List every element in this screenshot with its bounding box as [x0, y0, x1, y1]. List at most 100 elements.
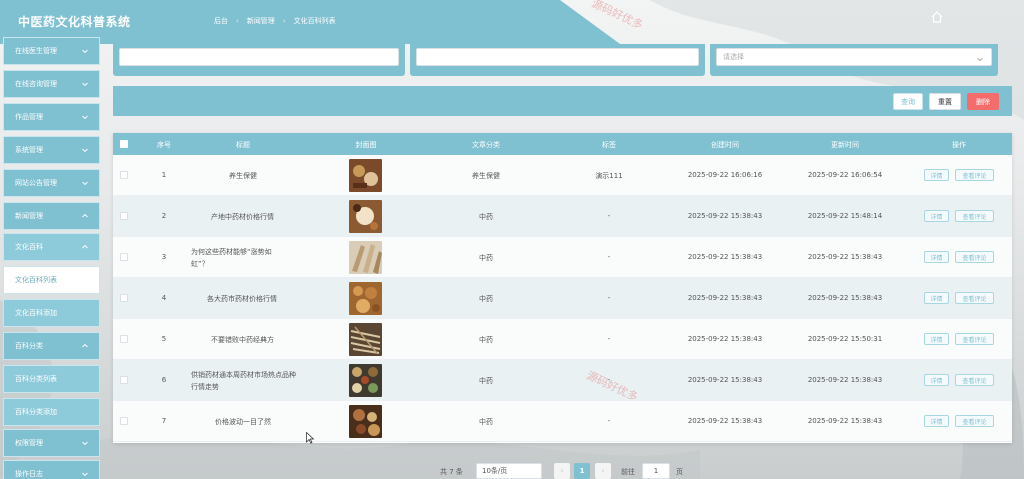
chevron-down-icon — [82, 82, 88, 87]
breadcrumb-news[interactable]: 新闻管理 — [247, 16, 275, 26]
detail-button[interactable]: 详情 — [924, 251, 949, 263]
row-checkbox[interactable] — [120, 294, 128, 302]
current-page-button[interactable]: 1 — [574, 463, 590, 479]
table-row: 5 不要错败中药经典方 中药 - 2025-09-22 15:38:43 202… — [113, 319, 1012, 360]
sidebar: 在线医生管理 在线咨询管理 作品管理 系统管理 网站公告管理 新闻管理 文化百科… — [0, 37, 104, 479]
cell-category: 中药 — [479, 295, 493, 303]
sidebar-item-notice[interactable]: 网站公告管理 — [3, 169, 100, 197]
chevron-down-icon — [82, 472, 88, 477]
next-page-button[interactable]: › — [595, 463, 611, 479]
sidebar-item-news[interactable]: 新闻管理 — [3, 202, 100, 230]
cell-category: 中药 — [479, 254, 493, 262]
filter-category-box — [410, 44, 705, 76]
row-checkbox[interactable] — [120, 335, 128, 343]
sidebar-item-doctor[interactable]: 在线医生管理 — [3, 37, 100, 65]
view-comments-button[interactable]: 查看评论 — [955, 210, 994, 222]
chevron-down-icon — [82, 148, 88, 153]
detail-button[interactable]: 详情 — [924, 210, 949, 222]
header-tag: 标签 — [602, 141, 616, 149]
detail-button[interactable]: 详情 — [924, 169, 949, 181]
chevron-up-icon — [82, 343, 88, 348]
goto-page-input[interactable]: 1 — [642, 463, 670, 479]
cell-updated: 2025-09-22 16:06:54 — [807, 171, 883, 179]
sidebar-item-category[interactable]: 百科分类 — [3, 332, 100, 360]
row-checkbox[interactable] — [120, 376, 128, 384]
sidebar-item-label: 百科分类列表 — [15, 375, 57, 383]
view-comments-button[interactable]: 查看评论 — [955, 333, 994, 345]
cell-updated: 2025-09-22 15:38:43 — [807, 294, 883, 302]
sidebar-item-culture[interactable]: 文化百科 — [3, 233, 100, 261]
header-cover: 封面图 — [355, 141, 377, 149]
view-comments-button[interactable]: 查看评论 — [955, 251, 994, 263]
view-comments-button[interactable]: 查看评论 — [955, 415, 994, 427]
home-icon[interactable] — [930, 10, 944, 24]
app-title: 中医药文化科普系统 — [18, 15, 131, 29]
view-comments-button[interactable]: 查看评论 — [955, 374, 994, 386]
detail-button[interactable]: 详情 — [924, 292, 949, 304]
cell-category: 养生保健 — [472, 172, 500, 180]
filter-select-box: 请选择 — [710, 44, 998, 76]
table-row: 7 价格波动一目了然 中药 - 2025-09-22 15:38:43 2025… — [113, 401, 1012, 442]
table-row: 1 养生保健 养生保健 演示111 2025-09-22 16:06:16 20… — [113, 155, 1012, 196]
detail-button[interactable]: 详情 — [924, 374, 949, 386]
sidebar-item-label: 在线咨询管理 — [15, 80, 57, 88]
cover-image — [349, 323, 382, 356]
breadcrumb: 后台 › 新闻管理 › 文化百科列表 — [214, 16, 336, 26]
cell-created: 2025-09-22 15:38:43 — [687, 212, 763, 220]
cell-updated: 2025-09-22 15:38:43 — [807, 417, 883, 425]
sidebar-item-works[interactable]: 作品管理 — [3, 103, 100, 131]
sidebar-item-permission[interactable]: 权限管理 — [3, 429, 100, 457]
prev-page-button[interactable]: ‹ — [554, 463, 570, 479]
detail-button[interactable]: 详情 — [924, 415, 949, 427]
page-size-select[interactable]: 10条/页 — [476, 463, 542, 479]
filter-bar: 请选择 — [113, 44, 1012, 78]
breadcrumb-current: 文化百科列表 — [293, 17, 336, 25]
chevron-down-icon — [82, 49, 88, 54]
row-checkbox[interactable] — [120, 417, 128, 425]
table-header: 序号 标题 封面图 文章分类 标签 创建时间 更新时间 操作 — [113, 133, 1012, 155]
cell-created: 2025-09-22 15:38:43 — [687, 253, 763, 261]
sidebar-item-culture-list[interactable]: 文化百科列表 — [3, 266, 100, 294]
sidebar-item-consult[interactable]: 在线咨询管理 — [3, 70, 100, 98]
top-bar: 中医药文化科普系统 后台 › 新闻管理 › 文化百科列表 — [0, 0, 1024, 44]
cell-tag: - — [607, 417, 611, 425]
cell-tag: - — [607, 335, 611, 343]
query-button[interactable]: 查询 — [893, 93, 923, 110]
breadcrumb-home[interactable]: 后台 — [214, 16, 228, 26]
cover-image — [349, 200, 382, 233]
view-comments-button[interactable]: 查看评论 — [955, 292, 994, 304]
title-filter-input[interactable] — [119, 48, 399, 66]
cell-category: 中药 — [479, 377, 493, 385]
cover-image — [349, 241, 382, 274]
page-suffix-label: 页 — [676, 468, 683, 476]
cell-no: 7 — [161, 417, 167, 425]
cell-no: 6 — [161, 376, 167, 384]
sidebar-item-log[interactable]: 操作日志 — [3, 460, 100, 479]
cell-created: 2025-09-22 15:38:43 — [687, 417, 763, 425]
cell-tag: 演示111 — [595, 172, 623, 180]
row-checkbox[interactable] — [120, 171, 128, 179]
cell-tag: - — [607, 294, 611, 302]
cover-image — [349, 282, 382, 315]
category-filter-input[interactable] — [416, 48, 699, 66]
sidebar-item-system[interactable]: 系统管理 — [3, 136, 100, 164]
reset-button[interactable]: 重置 — [929, 93, 961, 110]
sidebar-item-culture-add[interactable]: 文化百科添加 — [3, 299, 100, 327]
cell-no: 1 — [161, 171, 167, 179]
sidebar-item-category-list[interactable]: 百科分类列表 — [3, 365, 100, 393]
row-checkbox[interactable] — [120, 212, 128, 220]
header-actions: 操作 — [952, 141, 966, 149]
view-comments-button[interactable]: 查看评论 — [955, 169, 994, 181]
cell-title: 各大药市药材价格行情 — [207, 295, 277, 303]
cover-image — [349, 364, 382, 397]
cell-title: 养生保健 — [229, 172, 257, 180]
cell-created: 2025-09-22 15:38:43 — [687, 294, 763, 302]
detail-button[interactable]: 详情 — [924, 333, 949, 345]
sidebar-item-category-add[interactable]: 百科分类添加 — [3, 398, 100, 426]
tag-filter-select[interactable]: 请选择 — [716, 48, 992, 66]
row-checkbox[interactable] — [120, 253, 128, 261]
cell-title: 为何这些药材能够“涨势如虹”？ — [191, 248, 272, 268]
cell-tag: - — [607, 212, 611, 220]
delete-button[interactable]: 删除 — [967, 93, 999, 110]
select-all-checkbox[interactable] — [120, 140, 128, 148]
